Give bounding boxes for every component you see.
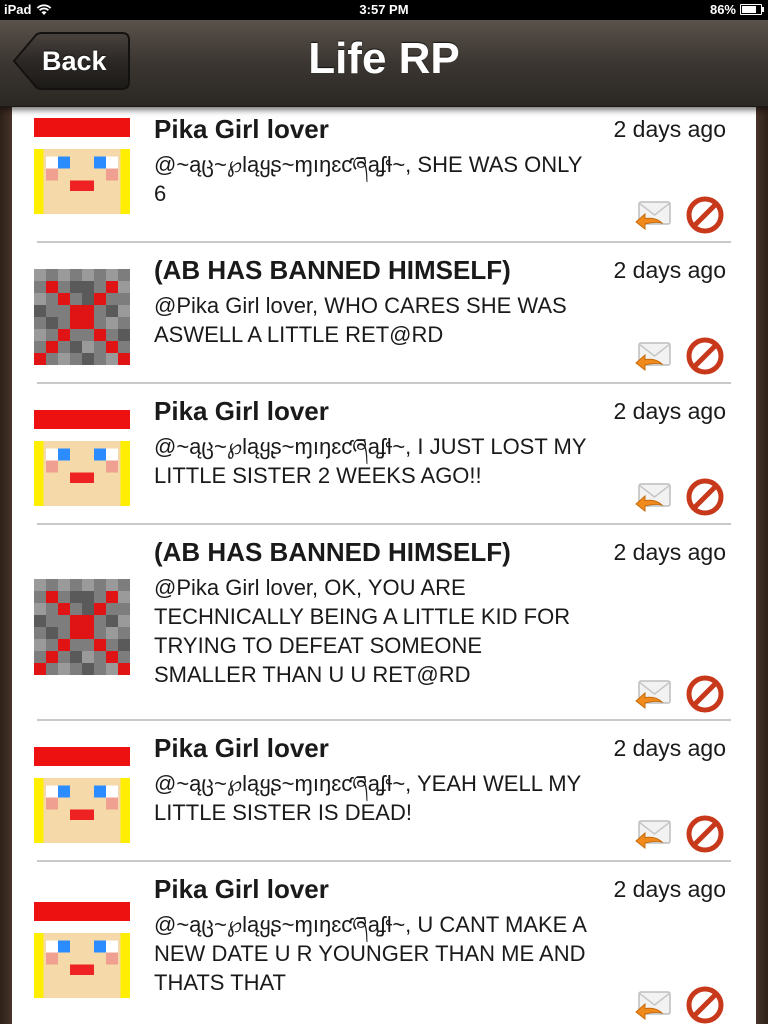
status-bar: iPad 3:57 PM 86% bbox=[0, 0, 768, 20]
comment-list[interactable]: Pika Girl lover 2 days ago @~ąც~℘ląყʂ~ɱı… bbox=[12, 106, 756, 1024]
navigation-bar: Back Life RP bbox=[0, 20, 768, 107]
comment-line: LITTLE SISTER IS DEAD! bbox=[154, 800, 412, 825]
battery-percent: 86% bbox=[709, 2, 736, 17]
comment-row[interactable]: (AB HAS BANNED HIMSELF) 2 days ago @Pika… bbox=[12, 243, 756, 384]
status-time: 3:57 PM bbox=[359, 2, 409, 17]
comment-text: @~ąც~℘ląყʂ~ɱıŋɛƈཞąʄɬ~, SHE WAS ONLY 6 bbox=[154, 150, 654, 208]
redstone-block-avatar bbox=[34, 579, 130, 675]
battery-icon bbox=[740, 4, 764, 15]
wood-edge-right bbox=[756, 106, 768, 1024]
comment-text: @Pika Girl lover, WHO CARES SHE WAS ASWE… bbox=[154, 291, 654, 349]
status-right: 86% bbox=[709, 2, 764, 17]
comment-time: 2 days ago bbox=[613, 398, 726, 424]
comment-row[interactable]: Pika Girl lover 2 days ago @~ąც~℘ląყʂ~ɱı… bbox=[12, 106, 756, 243]
comment-row[interactable]: (AB HAS BANNED HIMSELF) 2 days ago @Pika… bbox=[12, 525, 756, 721]
comment-row[interactable]: Pika Girl lover 2 days ago @~ąც~℘ląყʂ~ɱı… bbox=[12, 721, 756, 862]
pika-girl-avatar bbox=[34, 747, 130, 843]
reply-icon[interactable] bbox=[634, 679, 672, 709]
comment-author[interactable]: Pika Girl lover bbox=[154, 114, 329, 145]
pika-girl-avatar bbox=[34, 410, 130, 506]
comment-time: 2 days ago bbox=[613, 539, 726, 565]
comment-time: 2 days ago bbox=[613, 735, 726, 761]
comment-line: LITTLE SISTER 2 WEEKS AGO!! bbox=[154, 463, 482, 488]
comment-time: 2 days ago bbox=[613, 116, 726, 142]
wood-edge-left bbox=[0, 106, 12, 1024]
comment-author[interactable]: (AB HAS BANNED HIMSELF) bbox=[154, 255, 511, 286]
reply-icon[interactable] bbox=[634, 990, 672, 1020]
comment-line: @~ąც~℘ląყʂ~ɱıŋɛƈཞąʄɬ~, SHE WAS ONLY bbox=[154, 152, 583, 177]
reply-icon[interactable] bbox=[634, 341, 672, 371]
comment-author[interactable]: (AB HAS BANNED HIMSELF) bbox=[154, 537, 511, 568]
comment-line: 6 bbox=[154, 181, 167, 206]
comment-time: 2 days ago bbox=[613, 876, 726, 902]
pika-girl-avatar bbox=[34, 902, 130, 998]
comment-line: @~ąც~℘ląყʂ~ɱıŋɛƈཞąʄɬ~, I JUST LOST MY bbox=[154, 434, 587, 459]
comment-text: @Pika Girl lover, OK, YOU ARE TECHNICALL… bbox=[154, 573, 654, 689]
comment-line: TRYING TO DEFEAT SOMEONE bbox=[154, 633, 483, 658]
comment-line: THATS THAT bbox=[154, 970, 286, 995]
comment-line: ASWELL A LITTLE RET@RD bbox=[154, 322, 444, 347]
reply-icon[interactable] bbox=[634, 200, 672, 230]
comment-line: @Pika Girl lover, OK, YOU ARE bbox=[154, 575, 466, 600]
block-icon[interactable] bbox=[686, 337, 724, 375]
comment-author[interactable]: Pika Girl lover bbox=[154, 874, 329, 905]
comment-line: @~ąც~℘ląყʂ~ɱıŋɛƈཞąʄɬ~, U CANT MAKE A bbox=[154, 912, 587, 937]
page-title: Life RP bbox=[308, 34, 460, 83]
comment-author[interactable]: Pika Girl lover bbox=[154, 733, 329, 764]
pika-girl-avatar bbox=[34, 118, 130, 214]
comment-line: @Pika Girl lover, WHO CARES SHE WAS bbox=[154, 293, 567, 318]
block-icon[interactable] bbox=[686, 478, 724, 516]
comment-text: @~ąც~℘ląყʂ~ɱıŋɛƈཞąʄɬ~, U CANT MAKE A NEW… bbox=[154, 910, 654, 997]
block-icon[interactable] bbox=[686, 986, 724, 1024]
comment-line: TECHNICALLY BEING A LITTLE KID FOR bbox=[154, 604, 571, 629]
comment-row[interactable]: Pika Girl lover 2 days ago @~ąც~℘ląყʂ~ɱı… bbox=[12, 384, 756, 525]
comment-line: @~ąც~℘ląყʂ~ɱıŋɛƈཞąʄɬ~, YEAH WELL MY bbox=[154, 771, 582, 796]
comment-time: 2 days ago bbox=[613, 257, 726, 283]
reply-icon[interactable] bbox=[634, 819, 672, 849]
block-icon[interactable] bbox=[686, 675, 724, 713]
comment-line: SMALLER THAN U U RET@RD bbox=[154, 662, 471, 687]
comment-text: @~ąც~℘ląყʂ~ɱıŋɛƈཞąʄɬ~, I JUST LOST MY LI… bbox=[154, 432, 654, 490]
comment-row[interactable]: Pika Girl lover 2 days ago @~ąც~℘ląყʂ~ɱı… bbox=[12, 862, 756, 1024]
comment-author[interactable]: Pika Girl lover bbox=[154, 396, 329, 427]
comment-line: NEW DATE U R YOUNGER THAN ME AND bbox=[154, 941, 586, 966]
block-icon[interactable] bbox=[686, 196, 724, 234]
redstone-block-avatar bbox=[34, 269, 130, 365]
block-icon[interactable] bbox=[686, 815, 724, 853]
reply-icon[interactable] bbox=[634, 482, 672, 512]
comment-text: @~ąც~℘ląყʂ~ɱıŋɛƈཞąʄɬ~, YEAH WELL MY LITT… bbox=[154, 769, 654, 827]
